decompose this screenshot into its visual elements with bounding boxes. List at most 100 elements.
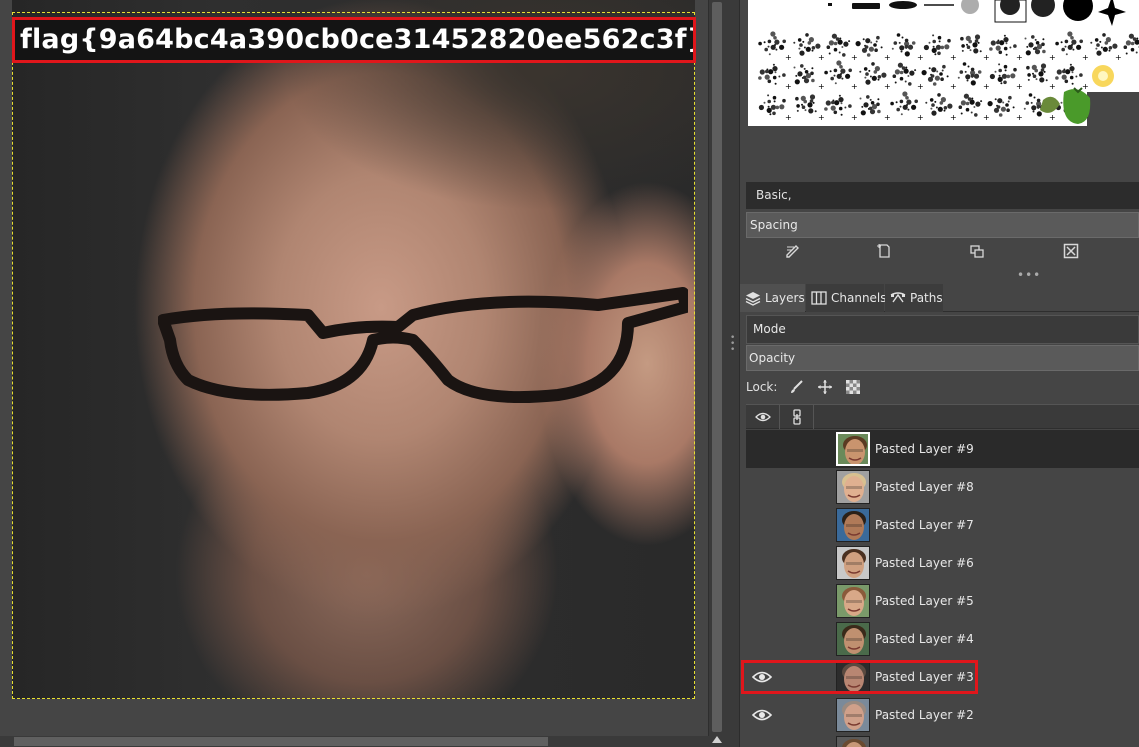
brush-dot [1094, 38, 1099, 42]
spacing-slider[interactable]: Spacing [746, 212, 1139, 238]
edit-brush-icon[interactable] [782, 243, 804, 265]
brush-dot [1002, 101, 1005, 104]
canvas-horizontal-scrollbar[interactable] [0, 736, 724, 747]
layers-list[interactable]: Pasted Layer #9 Pasted Layer #8 Pasted Lay… [746, 430, 1139, 747]
brush-actions-bar [746, 240, 1139, 268]
layer-row[interactable]: Pasted Layer #1 [746, 734, 1139, 747]
brush-dot [937, 51, 941, 56]
brush-dot [1027, 78, 1030, 81]
eye-toggle[interactable] [752, 631, 774, 647]
brush-thumbnail [826, 33, 851, 57]
brush-dot [1041, 42, 1045, 47]
chain-column-icon[interactable] [780, 405, 814, 429]
layer-mode-select[interactable]: Mode [746, 315, 1139, 344]
brush-dot [764, 74, 770, 80]
tab-paths[interactable]: Paths [885, 284, 943, 312]
layer-row[interactable]: Pasted Layer #4 [746, 620, 1139, 658]
brush-dot [997, 76, 1003, 82]
brush-thumbnail [958, 93, 983, 117]
brush-dot [868, 46, 874, 52]
brush-dot [1008, 95, 1012, 100]
eye-toggle[interactable] [752, 517, 774, 533]
eye-icon[interactable] [751, 669, 774, 685]
layer-row[interactable]: Pasted Layer #7 [746, 506, 1139, 544]
scrollbar-thumb[interactable] [712, 2, 722, 732]
drag-handle-icon[interactable]: • • • [730, 334, 735, 355]
eye-toggle[interactable] [752, 441, 774, 457]
eye-toggle[interactable] [752, 593, 774, 609]
brush-dot [994, 70, 997, 73]
brush-dot [1040, 63, 1047, 69]
brush-dot [935, 106, 938, 109]
brush-dot [1130, 47, 1135, 52]
brush-dot [896, 33, 901, 37]
brush-dot [999, 40, 1005, 46]
brush-plus-icon: + [1049, 82, 1056, 91]
brush-dot [977, 70, 982, 74]
brush-dot [890, 101, 894, 106]
brush-dot [1032, 74, 1037, 78]
lock-position-move-icon[interactable] [817, 379, 833, 395]
layer-row[interactable]: Pasted Layer #5 [746, 582, 1139, 620]
layer-thumbnail [836, 660, 870, 694]
brush-dot [900, 50, 903, 53]
brush-dot [802, 40, 805, 43]
dock-sash[interactable]: • • • [724, 0, 740, 747]
scrollbar-thumb[interactable] [14, 737, 548, 746]
brush-dot [811, 67, 814, 70]
brush-dot [998, 113, 1003, 117]
layer-row[interactable]: Pasted Layer #3 [746, 658, 1139, 696]
brush-dot [808, 108, 814, 114]
image-canvas[interactable]: flag{9a64bc4a390cb0ce31452820ee562c3f} [0, 0, 708, 736]
layer-opacity-slider[interactable]: Opacity [746, 345, 1139, 371]
brush-dot [877, 78, 880, 81]
brush-dot [1035, 41, 1040, 45]
dock-grip-icon[interactable]: ••• [1017, 269, 1041, 281]
layer-row[interactable]: Pasted Layer #6 [746, 544, 1139, 582]
layer-row[interactable]: Pasted Layer #2 [746, 696, 1139, 734]
brush-dot [1055, 41, 1059, 46]
brush-dot [1108, 46, 1113, 50]
brush-plus-icon: + [1115, 53, 1122, 62]
brush-dot [838, 97, 844, 103]
duplicate-brush-icon[interactable] [966, 243, 988, 265]
brush-dot [758, 104, 764, 111]
brush-dot [1079, 73, 1083, 77]
eye-toggle[interactable] [752, 479, 774, 495]
brush-thumbnails[interactable]: ++++++++++++++++++++++++++++++++ [748, 0, 1139, 126]
layer-row[interactable]: Pasted Layer #8 [746, 468, 1139, 506]
brush-dot [1013, 67, 1017, 72]
brush-dot [803, 67, 806, 70]
brush-dot [830, 76, 834, 81]
tab-label: Layers [765, 291, 805, 305]
tab-label: Channels [831, 291, 887, 305]
eye-icon[interactable] [751, 707, 774, 723]
brush-dot [870, 41, 873, 44]
brush-dot [1090, 41, 1093, 44]
brush-dot [934, 75, 940, 81]
new-brush-icon[interactable] [873, 243, 895, 265]
lock-alpha-checker-icon[interactable] [845, 379, 861, 395]
brush-dot [1034, 38, 1037, 41]
brush-dot [772, 75, 777, 80]
brush-dot [1072, 48, 1075, 51]
layer-row[interactable]: Pasted Layer #9 [746, 430, 1139, 468]
brush-dot [881, 72, 887, 78]
brush-plus-icon: + [1016, 53, 1023, 62]
lock-pixels-brush-icon[interactable] [789, 379, 805, 395]
brush-thumbnail [758, 63, 786, 85]
eye-column-icon[interactable] [746, 405, 780, 429]
brush-tag-field[interactable]: Basic, [746, 182, 1139, 209]
brush-dot [892, 74, 897, 78]
tab-channels[interactable]: Channels [806, 284, 887, 312]
navigate-icon[interactable] [712, 736, 722, 743]
brush-dot [898, 41, 901, 44]
canvas-vertical-scrollbar[interactable] [708, 0, 724, 736]
brushes-grid[interactable]: ++++++++++++++++++++++++++++++++ [748, 0, 1139, 126]
brush-dot [772, 111, 776, 116]
tab-layers[interactable]: Layers [740, 284, 805, 312]
brush-dot [997, 98, 1003, 104]
brush-dot [987, 101, 993, 107]
delete-brush-icon[interactable] [1060, 243, 1082, 265]
eye-toggle[interactable] [752, 555, 774, 571]
